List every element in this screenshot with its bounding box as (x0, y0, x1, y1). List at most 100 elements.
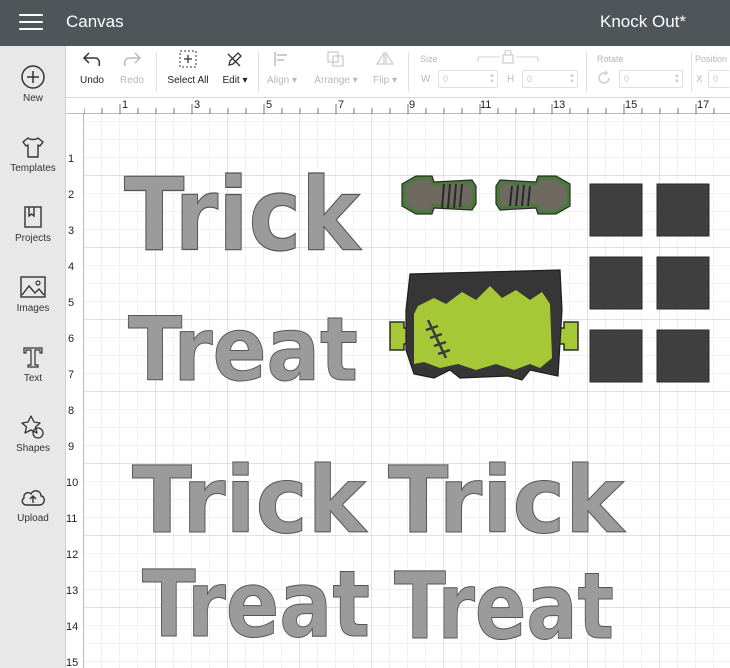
bolt-right[interactable] (495, 175, 571, 215)
sidebar-item-images[interactable]: Images (0, 274, 66, 344)
width-label: W (421, 74, 431, 85)
top-bar: Canvas Knock Out* (0, 0, 730, 46)
size-label: Size (420, 54, 438, 64)
select-all-label: Select All (167, 75, 209, 86)
position-label: Position (695, 54, 728, 64)
flip-dropdown[interactable]: Flip ▾ (370, 50, 400, 86)
flip-label: Flip (373, 75, 390, 86)
ruler-number: 9 (68, 441, 75, 453)
trick-treat-design-bottom-left[interactable]: Trick Treat (132, 447, 371, 659)
chevron-down-icon: ▾ (292, 75, 298, 86)
square-shape[interactable] (589, 183, 643, 237)
sidebar-label-projects: Projects (14, 233, 52, 244)
sidebar-label-images: Images (16, 303, 50, 314)
canvas-grid: Trick Treat Trick Treat Trick Treat (84, 114, 730, 668)
stepper-arrows-icon[interactable]: ▲ ▼ (569, 73, 575, 85)
height-input[interactable]: 0 ▲ ▼ (522, 70, 578, 88)
ruler-number: 15 (66, 657, 79, 668)
bolt-left[interactable] (401, 175, 477, 215)
x-input[interactable]: 0 (708, 70, 730, 88)
width-value: 0 (443, 74, 449, 84)
rotate-input[interactable]: 0 ▲ ▼ (619, 70, 683, 88)
ruler-number: 8 (68, 405, 75, 417)
undo-icon (82, 52, 101, 67)
align-dropdown[interactable]: Align ▾ (264, 50, 300, 86)
align-label: Align (266, 75, 290, 86)
arrange-label: Arrange (314, 75, 350, 86)
undo-label: Undo (80, 75, 104, 86)
square-shape[interactable] (589, 329, 643, 383)
ruler-number: 10 (66, 477, 79, 489)
tshirt-icon (22, 137, 44, 158)
stepper-arrows-icon[interactable]: ▲ ▼ (489, 73, 495, 85)
ruler-number: 4 (68, 261, 75, 273)
cloud-upload-icon (21, 490, 45, 506)
toolbar-divider (586, 52, 587, 92)
square-shape[interactable] (589, 256, 643, 310)
redo-icon (123, 52, 142, 67)
select-all-button[interactable]: Select All (166, 50, 210, 86)
flip-icon (375, 50, 395, 65)
ruler-ticks (84, 104, 715, 114)
ruler-number: 7 (68, 369, 75, 381)
x-value: 0 (713, 74, 719, 84)
bookmark-book-icon (24, 206, 42, 228)
ruler-number: 11 (66, 513, 78, 525)
sidebar-item-templates[interactable]: Templates (0, 134, 66, 204)
toolbar-divider (258, 52, 259, 92)
sidebar-label-new: New (22, 93, 43, 104)
toolbar-divider (691, 52, 692, 92)
edit-label: Edit (222, 75, 240, 86)
edit-dropdown[interactable]: Edit ▾ (218, 50, 252, 86)
frankenstein-head[interactable] (389, 269, 579, 381)
pencil-ruler-icon (227, 52, 242, 67)
design-text-trick: Trick (132, 447, 368, 554)
left-sidebar: New Templates Projects Images Text Shape… (0, 46, 66, 668)
sidebar-item-projects[interactable]: Projects (0, 204, 66, 274)
project-title[interactable]: Knock Out* (600, 12, 686, 32)
undo-button[interactable]: Undo (76, 50, 108, 86)
ruler-number: 12 (66, 549, 79, 561)
toolbar-divider (156, 52, 157, 92)
sidebar-item-shapes[interactable]: Shapes (0, 414, 66, 484)
rotate-value: 0 (624, 74, 630, 84)
ruler-number: 14 (66, 621, 79, 633)
top-ruler: 1 3 5 7 9 11 13 15 17 (66, 98, 730, 114)
trick-treat-design-bottom-right[interactable]: Trick Treat (388, 447, 627, 661)
ruler-number: 1 (68, 153, 75, 165)
shapes-icon (21, 415, 44, 439)
arrange-dropdown[interactable]: Arrange ▾ (310, 50, 362, 86)
square-shape[interactable] (656, 256, 710, 310)
design-canvas[interactable]: 1 3 5 7 9 11 13 15 17 1 2 3 4 5 6 7 8 9 … (66, 98, 730, 668)
design-text-treat: Treat (128, 298, 358, 401)
sidebar-item-text[interactable]: Text (0, 344, 66, 414)
x-label: X (696, 74, 703, 85)
select-all-icon (179, 50, 197, 68)
app-title: Canvas (66, 12, 124, 31)
sidebar-item-upload[interactable]: Upload (0, 484, 66, 554)
sidebar-item-new[interactable]: New (0, 64, 66, 134)
ruler-number: 6 (68, 333, 75, 345)
arrange-icon (327, 51, 344, 67)
height-value: 0 (527, 74, 533, 84)
toolbar-divider (408, 52, 409, 92)
lock-icon[interactable] (476, 50, 540, 64)
menu-icon[interactable] (19, 14, 43, 32)
plus-circle-icon (21, 65, 45, 89)
design-text-trick: Trick (124, 157, 362, 274)
square-shape[interactable] (656, 329, 710, 383)
height-label: H (507, 74, 515, 85)
sidebar-label-templates: Templates (10, 163, 56, 174)
text-t-icon (23, 347, 43, 368)
rotate-icon (598, 70, 610, 84)
design-text-trick: Trick (388, 447, 626, 554)
stepper-arrows-icon[interactable]: ▲ ▼ (674, 73, 680, 85)
redo-button[interactable]: Redo (116, 50, 148, 86)
width-input[interactable]: 0 ▲ ▼ (438, 70, 498, 88)
square-shape[interactable] (656, 183, 710, 237)
redo-label: Redo (120, 75, 144, 86)
sidebar-label-upload: Upload (17, 513, 49, 524)
ruler-number: 5 (68, 297, 75, 309)
chevron-down-icon: ▾ (242, 75, 248, 86)
design-text-treat: Treat (394, 553, 614, 660)
